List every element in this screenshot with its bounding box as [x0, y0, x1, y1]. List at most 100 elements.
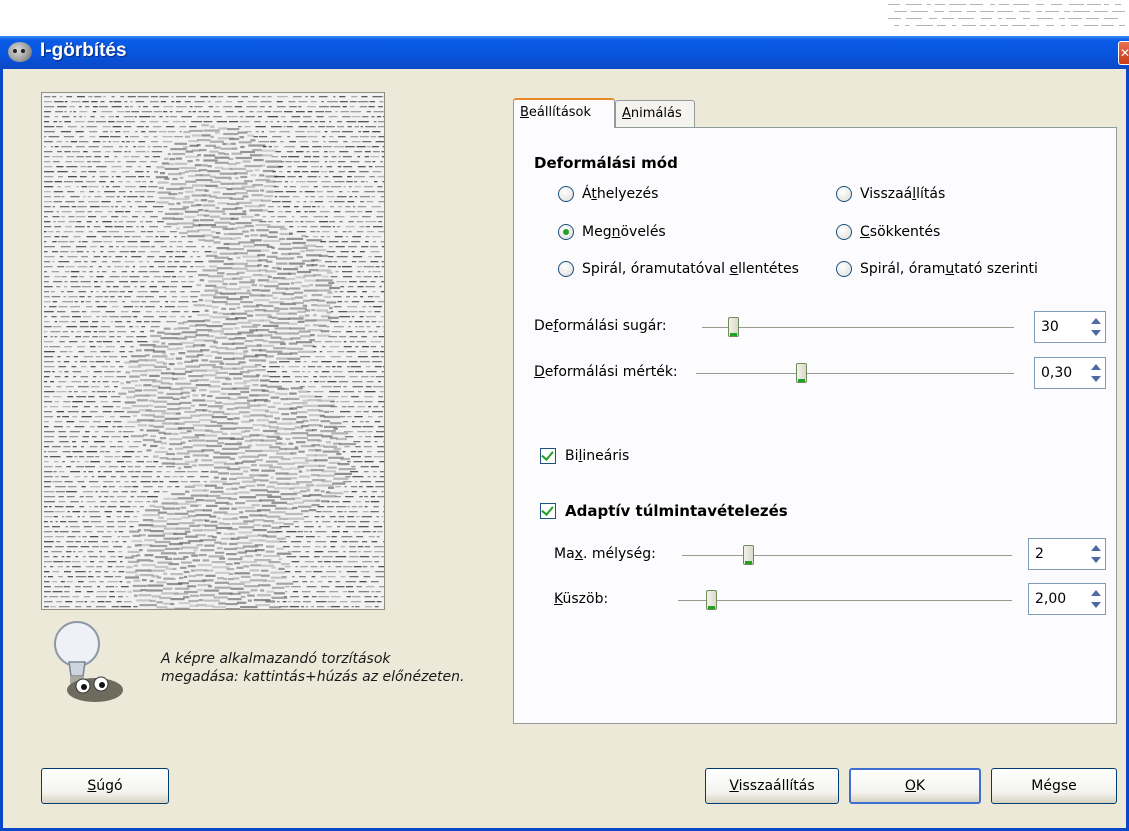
handwriting-stroke [1101, 25, 1114, 26]
ok-button[interactable]: OK [849, 768, 981, 804]
threshold-spinbox[interactable]: 2,00 [1028, 583, 1106, 615]
handwriting-stroke [911, 11, 928, 12]
threshold-row: Küszöb: 2,00 [554, 583, 1106, 617]
handwriting-stroke [1036, 11, 1042, 12]
gimp-app-icon [8, 42, 32, 62]
amount-spinbox[interactable]: 0,30 [1034, 357, 1106, 389]
amount-slider-track[interactable] [696, 373, 1014, 374]
radio-shrink[interactable]: Csökkentés [836, 224, 940, 240]
dialog-window: I-görbítés ✕ A képre alkalmazandó torzít… [0, 36, 1129, 831]
radius-spinbox[interactable]: 30 [1034, 311, 1106, 343]
adaptive-label: Adaptív túlmintavételezés [565, 502, 788, 520]
preview-image[interactable] [41, 92, 385, 610]
handwriting-stroke [1112, 11, 1125, 12]
handwriting-stroke [929, 18, 937, 19]
spin-arrows-icon[interactable] [1089, 542, 1103, 566]
handwriting-stroke [1073, 11, 1090, 12]
threshold-slider-thumb[interactable] [706, 590, 717, 610]
handwriting-stroke [942, 18, 954, 19]
radio-move[interactable]: Áthelyezés [558, 186, 658, 202]
spin-arrows-icon[interactable] [1089, 587, 1103, 611]
title-bar[interactable]: I-görbítés ✕ [0, 36, 1129, 69]
handwriting-stroke [894, 11, 907, 12]
handwriting-stroke [1104, 18, 1118, 19]
amount-row: Deformálási mérték: 0,30 [534, 357, 1106, 391]
handwriting-stroke [1064, 11, 1070, 12]
tab-settings-mnemonic: B [520, 105, 529, 120]
spin-arrows-icon[interactable] [1089, 361, 1103, 385]
help-button[interactable]: Súgó [41, 768, 169, 804]
radio-indicator [558, 186, 574, 202]
handwriting-stroke [1013, 4, 1029, 5]
radio-swirl-ccw[interactable]: Spirál, óramutatóval ellentétes [558, 261, 799, 277]
settings-panel: Deformálási mód Áthelyezés Visszaállítás… [513, 127, 1117, 724]
handwriting-stroke [1046, 25, 1054, 26]
radio-swirl-cw[interactable]: Spirál, óramutató szerinti [836, 261, 1038, 277]
depth-spinbox[interactable]: 2 [1028, 538, 1106, 570]
tab-animation[interactable]: Animálás [615, 100, 695, 128]
handwriting-stroke [958, 18, 974, 19]
handwriting-stroke [998, 18, 1002, 19]
close-button[interactable]: ✕ [1118, 41, 1129, 65]
handwriting-stroke [1104, 4, 1109, 5]
spin-arrows-icon[interactable] [1089, 315, 1103, 339]
handwriting-stroke [1086, 18, 1099, 19]
amount-label: Deformálási mérték: [534, 364, 678, 380]
tab-settings[interactable]: Beállítások [513, 98, 615, 128]
handwriting-stroke [980, 25, 986, 26]
tab-settings-label: eállítások [529, 105, 591, 120]
tab-animation-mnemonic: A [622, 106, 631, 121]
handwriting-stroke [980, 11, 994, 12]
radius-value: 30 [1041, 319, 1059, 335]
handwriting-stroke [1071, 25, 1078, 26]
radius-slider-track[interactable] [702, 327, 1014, 328]
handwriting-stroke [970, 4, 983, 5]
handwriting-stroke [1023, 18, 1030, 19]
handwriting-stroke [1037, 18, 1053, 19]
handwriting-stroke [1061, 25, 1065, 26]
reset-button[interactable]: Visszaállítás [705, 768, 839, 804]
handwriting-stroke [1045, 11, 1059, 12]
bilinear-label: Bilineáris [565, 448, 629, 464]
handwriting-stroke [1084, 25, 1098, 26]
bilinear-checkbox[interactable]: Bilineáris [540, 448, 629, 464]
handwriting-stroke [952, 25, 956, 26]
background-handwriting-strip [0, 0, 1129, 36]
threshold-slider-track[interactable] [678, 600, 1012, 601]
handwriting-stroke [1094, 11, 1108, 12]
depth-slider-thumb[interactable] [743, 545, 754, 565]
radio-swirl-ccw-label: Spirál, óramutatóval ellentétes [582, 261, 799, 277]
radius-slider-thumb[interactable] [728, 317, 739, 337]
lightbulb-icon [43, 616, 129, 706]
depth-row: Max. mélység: 2 [554, 538, 1106, 572]
handwriting-stroke [1059, 18, 1065, 19]
radio-indicator-selected [558, 224, 574, 240]
hint-line-1: A képre alkalmazandó torzítások [161, 650, 521, 668]
radio-swirl-cw-label: Spirál, óramutató szerinti [860, 261, 1038, 277]
tab-animation-label: nimálás [631, 106, 682, 121]
radio-grow[interactable]: Megnövelés [558, 224, 666, 240]
handwriting-stroke [990, 4, 995, 5]
handwriting-stroke [916, 25, 933, 26]
preview-texture [42, 93, 384, 609]
adaptive-supersampling-checkbox[interactable]: Adaptív túlmintavételezés [540, 502, 788, 520]
close-icon: ✕ [1120, 46, 1129, 60]
handwriting-stroke [894, 25, 899, 26]
depth-value: 2 [1035, 546, 1044, 562]
amount-slider-thumb[interactable] [796, 363, 807, 383]
radio-grow-label: Megnövelés [582, 224, 666, 240]
handwriting-stroke [1036, 4, 1044, 5]
checkbox-indicator-checked [540, 448, 556, 464]
depth-slider-track[interactable] [682, 555, 1012, 556]
hint-text: A képre alkalmazandó torzítások megadása… [161, 650, 521, 686]
handwriting-stroke [934, 11, 944, 12]
handwriting-stroke [937, 25, 946, 26]
handwriting-stroke [906, 4, 922, 5]
radio-indicator [836, 186, 852, 202]
amount-value: 0,30 [1041, 365, 1072, 381]
handwriting-stroke [949, 11, 962, 12]
cancel-button[interactable]: Mégse [991, 768, 1117, 804]
radio-remove[interactable]: Visszaállítás [836, 186, 945, 202]
handwriting-stroke [1006, 18, 1016, 19]
radio-indicator [558, 261, 574, 277]
